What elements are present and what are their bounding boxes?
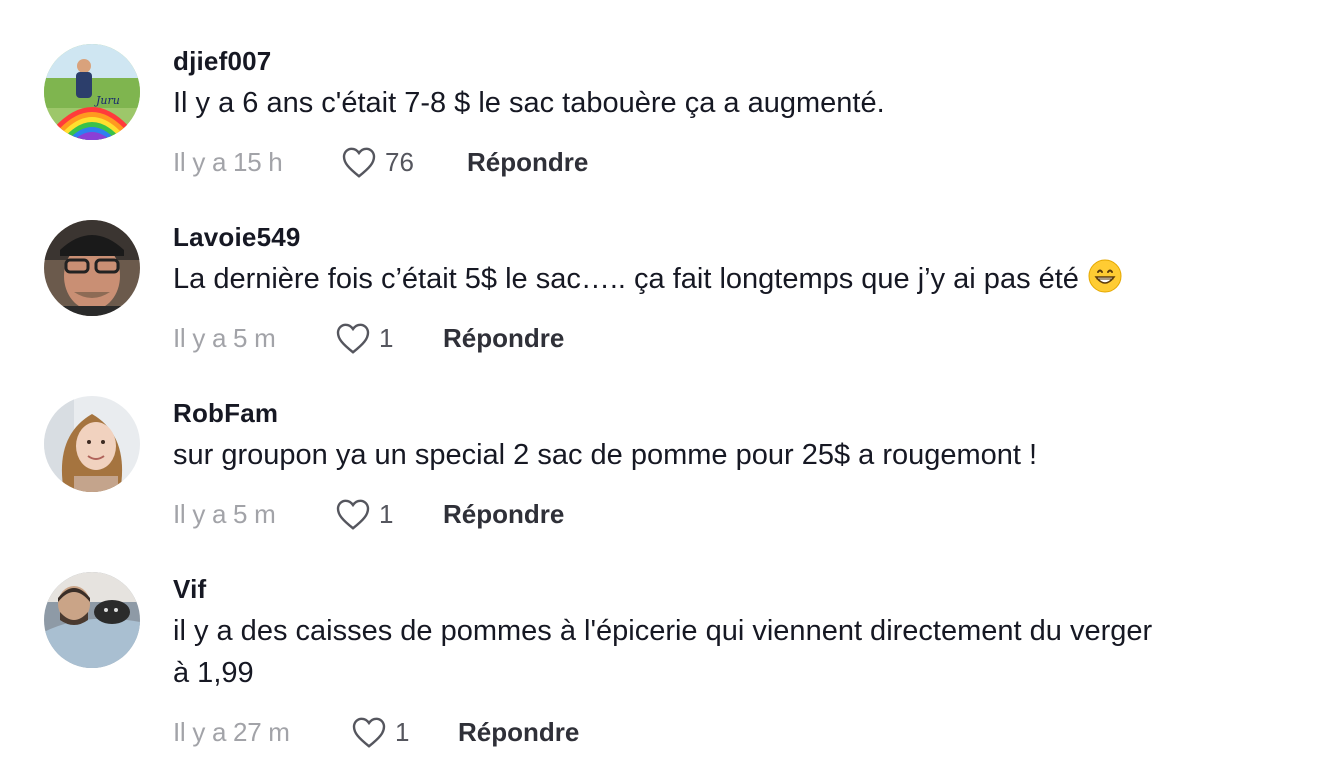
comment-time: Il y a 5 m — [173, 499, 276, 529]
comment-text: La dernière fois c’était 5$ le sac….. ça… — [173, 258, 1304, 300]
like-button[interactable]: 1 — [351, 712, 409, 752]
comment-time: Il y a 27 m — [173, 717, 290, 747]
comment-meta: Il y a 5 m 1 Répondre — [173, 318, 1304, 358]
comment-text-line: à 1,99 — [173, 657, 254, 689]
comment-text: sur groupon ya un special 2 sac de pomme… — [173, 439, 1038, 471]
heart-outline-icon — [342, 147, 376, 178]
avatar[interactable] — [44, 572, 140, 668]
reply-button[interactable]: Répondre — [467, 142, 588, 182]
comment-username[interactable]: djief007 — [173, 46, 1304, 76]
comment-text-line: il y a des caisses de pommes à l'épiceri… — [173, 615, 1153, 647]
reply-button[interactable]: Répondre — [443, 318, 564, 358]
heart-outline-icon — [336, 323, 370, 354]
avatar[interactable]: Juru — [44, 44, 140, 140]
avatar[interactable] — [44, 220, 140, 316]
heart-outline-icon — [336, 499, 370, 530]
avatar[interactable] — [44, 396, 140, 492]
comment-time: Il y a 5 m — [173, 323, 276, 353]
reply-button[interactable]: Répondre — [458, 712, 579, 752]
like-count: 76 — [385, 147, 414, 177]
like-button[interactable]: 76 — [341, 142, 414, 182]
comment-username[interactable]: Vif — [173, 574, 1304, 604]
like-button[interactable]: 1 — [335, 318, 393, 358]
comment-meta: Il y a 15 h 76 Répondre — [173, 142, 1304, 182]
comment-meta: Il y a 27 m 1 Répondre — [173, 712, 1304, 752]
comment-time: Il y a 15 h — [173, 147, 283, 177]
reply-button[interactable]: Répondre — [443, 494, 564, 534]
comment-text-content: La dernière fois c’était 5$ le sac….. ça… — [173, 263, 1079, 295]
heart-outline-icon — [352, 717, 386, 748]
like-count: 1 — [379, 323, 394, 353]
comment-username[interactable]: Lavoie549 — [173, 222, 1304, 252]
comment-username[interactable]: RobFam — [173, 398, 1304, 428]
like-button[interactable]: 1 — [335, 494, 393, 534]
svg-text:Juru: Juru — [94, 94, 120, 107]
previous-comment-fragment — [270, 0, 300, 4]
comment-meta: Il y a 5 m 1 Répondre — [173, 494, 1304, 534]
like-count: 1 — [379, 499, 394, 529]
grinning-face-emoji — [1088, 259, 1122, 293]
like-count: 1 — [395, 717, 410, 747]
comment-text: il y a des caisses de pommes à l'épiceri… — [173, 610, 1304, 694]
comment-text: Il y a 6 ans c'était 7-8 $ le sac tabouè… — [173, 87, 885, 119]
